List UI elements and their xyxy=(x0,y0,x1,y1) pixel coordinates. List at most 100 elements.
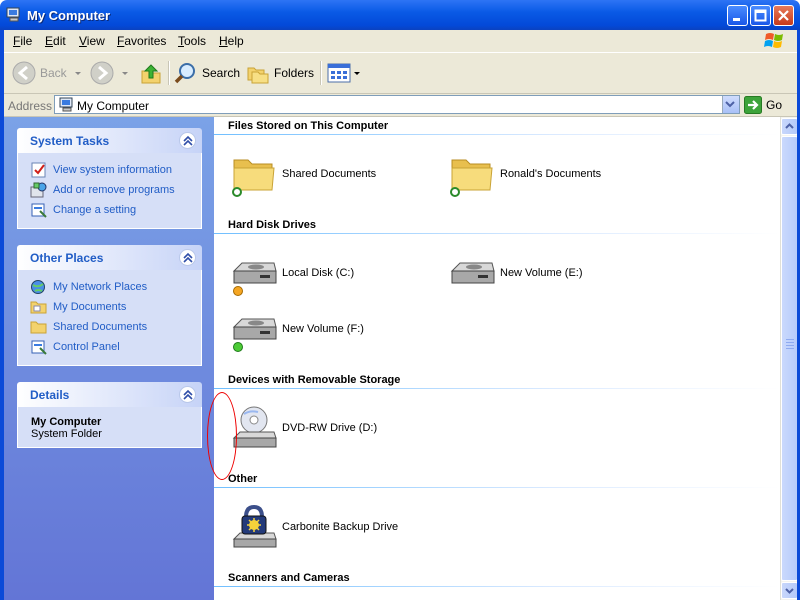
my-computer-icon xyxy=(59,97,73,112)
my-documents-link[interactable]: My Documents xyxy=(30,297,201,317)
system-info-icon xyxy=(31,162,46,178)
toolbar-separator xyxy=(168,61,170,85)
dvd-rw-drive-item[interactable]: DVD-RW Drive (D:) xyxy=(230,404,377,452)
folders-button[interactable]: Folders xyxy=(246,59,314,87)
group-divider xyxy=(214,233,780,234)
new-volume-f-item[interactable]: New Volume (F:) xyxy=(230,305,364,353)
ronalds-documents-item[interactable]: Ronald's Documents xyxy=(448,150,601,198)
scroll-thumb[interactable] xyxy=(781,136,798,581)
folder-icon xyxy=(30,321,47,334)
my-network-places-link[interactable]: My Network Places xyxy=(30,277,201,297)
scroll-up-button[interactable] xyxy=(781,118,798,135)
search-label: Search xyxy=(202,66,241,80)
control-panel-link[interactable]: Control Panel xyxy=(30,337,201,357)
change-a-setting-link[interactable]: Change a setting xyxy=(30,200,201,220)
window-frame-left xyxy=(0,30,4,600)
double-chevron-up-icon xyxy=(183,252,193,263)
group-header-hard-disk-drives: Hard Disk Drives xyxy=(228,219,317,231)
forward-button[interactable] xyxy=(90,59,130,87)
go-arrow-icon xyxy=(744,96,762,114)
details-header[interactable]: Details xyxy=(17,382,202,407)
menu-view[interactable]: View xyxy=(79,34,105,48)
toolbar: Back Search Folders xyxy=(0,53,800,94)
back-button[interactable]: Back xyxy=(12,59,83,87)
link-label: Shared Documents xyxy=(53,321,148,333)
up-folder-button[interactable] xyxy=(140,59,162,87)
hard-disk-icon xyxy=(232,262,277,296)
folders-icon xyxy=(247,67,269,84)
link-label: View system information xyxy=(53,164,173,176)
maximize-button[interactable] xyxy=(750,5,771,26)
forward-arrow-icon xyxy=(90,61,114,85)
shared-folder-icon xyxy=(232,159,275,197)
chevron-down-icon xyxy=(354,72,360,75)
item-label: DVD-RW Drive (D:) xyxy=(282,422,378,434)
hard-disk-icon xyxy=(232,318,277,352)
item-label: New Volume (E:) xyxy=(500,267,583,279)
scroll-down-button[interactable] xyxy=(781,582,798,599)
item-label: Shared Documents xyxy=(282,168,377,180)
network-places-icon xyxy=(31,280,45,294)
menu-edit[interactable]: Edit xyxy=(45,34,66,48)
folders-label: Folders xyxy=(274,66,315,80)
grip-line xyxy=(786,342,794,343)
view-system-information-link[interactable]: View system information xyxy=(30,160,201,180)
go-label: Go xyxy=(766,98,783,112)
carbonite-backup-drive-item[interactable]: Carbonite Backup Drive xyxy=(230,503,398,551)
maximize-icon xyxy=(754,9,767,22)
menu-file[interactable]: File xyxy=(13,34,32,48)
close-icon xyxy=(778,10,789,21)
address-input[interactable]: My Computer xyxy=(54,95,740,114)
address-dropdown-button[interactable] xyxy=(722,96,739,113)
item-label: Carbonite Backup Drive xyxy=(282,521,399,533)
shared-documents-item[interactable]: Shared Documents xyxy=(230,150,376,198)
link-label: My Network Places xyxy=(53,281,148,293)
toolbar-separator xyxy=(320,61,322,85)
details-type: System Folder xyxy=(31,428,102,440)
group-divider xyxy=(214,388,780,389)
views-button[interactable] xyxy=(327,59,361,87)
add-remove-programs-link[interactable]: Add or remove programs xyxy=(30,180,201,200)
window-title: My Computer xyxy=(27,8,111,23)
system-tasks-title: System Tasks xyxy=(30,134,110,148)
new-volume-e-item[interactable]: New Volume (E:) xyxy=(448,249,583,297)
other-places-title: Other Places xyxy=(30,251,104,265)
group-divider xyxy=(214,134,780,135)
up-folder-icon xyxy=(141,64,161,84)
back-label: Back xyxy=(40,66,67,80)
local-disk-c-item[interactable]: Local Disk (C:) xyxy=(230,249,354,297)
close-button[interactable] xyxy=(773,5,794,26)
go-button[interactable]: Go xyxy=(744,96,782,114)
collapse-button[interactable] xyxy=(179,132,196,149)
explorer-window: My Computer File Edit View Favorites Too… xyxy=(0,0,800,600)
my-computer-icon xyxy=(6,7,20,22)
shared-documents-link[interactable]: Shared Documents xyxy=(30,317,201,337)
collapse-button[interactable] xyxy=(179,386,196,403)
address-label: Address xyxy=(8,99,53,113)
link-label: My Documents xyxy=(53,301,127,313)
search-button[interactable]: Search xyxy=(174,59,240,87)
double-chevron-up-icon xyxy=(183,389,193,400)
menu-tools[interactable]: Tools xyxy=(178,34,206,48)
collapse-button[interactable] xyxy=(179,249,196,266)
link-label: Change a setting xyxy=(53,204,137,216)
arrow-down-icon xyxy=(785,588,794,594)
group-divider xyxy=(214,586,780,587)
minimize-button[interactable] xyxy=(727,5,748,26)
grip-line xyxy=(786,339,794,340)
group-divider xyxy=(214,487,780,488)
control-panel-icon xyxy=(31,340,47,355)
address-bar: Address My Computer Go xyxy=(0,94,800,117)
vertical-scrollbar[interactable] xyxy=(780,117,798,600)
title-bar[interactable]: My Computer xyxy=(0,0,800,30)
menu-help[interactable]: Help xyxy=(219,34,244,48)
system-tasks-header[interactable]: System Tasks xyxy=(17,128,202,153)
other-places-header[interactable]: Other Places xyxy=(17,245,202,270)
windows-logo-icon xyxy=(764,33,783,48)
annotation-circle xyxy=(207,392,237,480)
group-header-other: Other xyxy=(228,473,258,485)
shared-folder-icon xyxy=(450,159,493,197)
add-remove-programs-icon xyxy=(30,182,47,198)
group-header-scanners-cameras: Scanners and Cameras xyxy=(228,572,350,584)
menu-favorites[interactable]: Favorites xyxy=(117,34,166,48)
